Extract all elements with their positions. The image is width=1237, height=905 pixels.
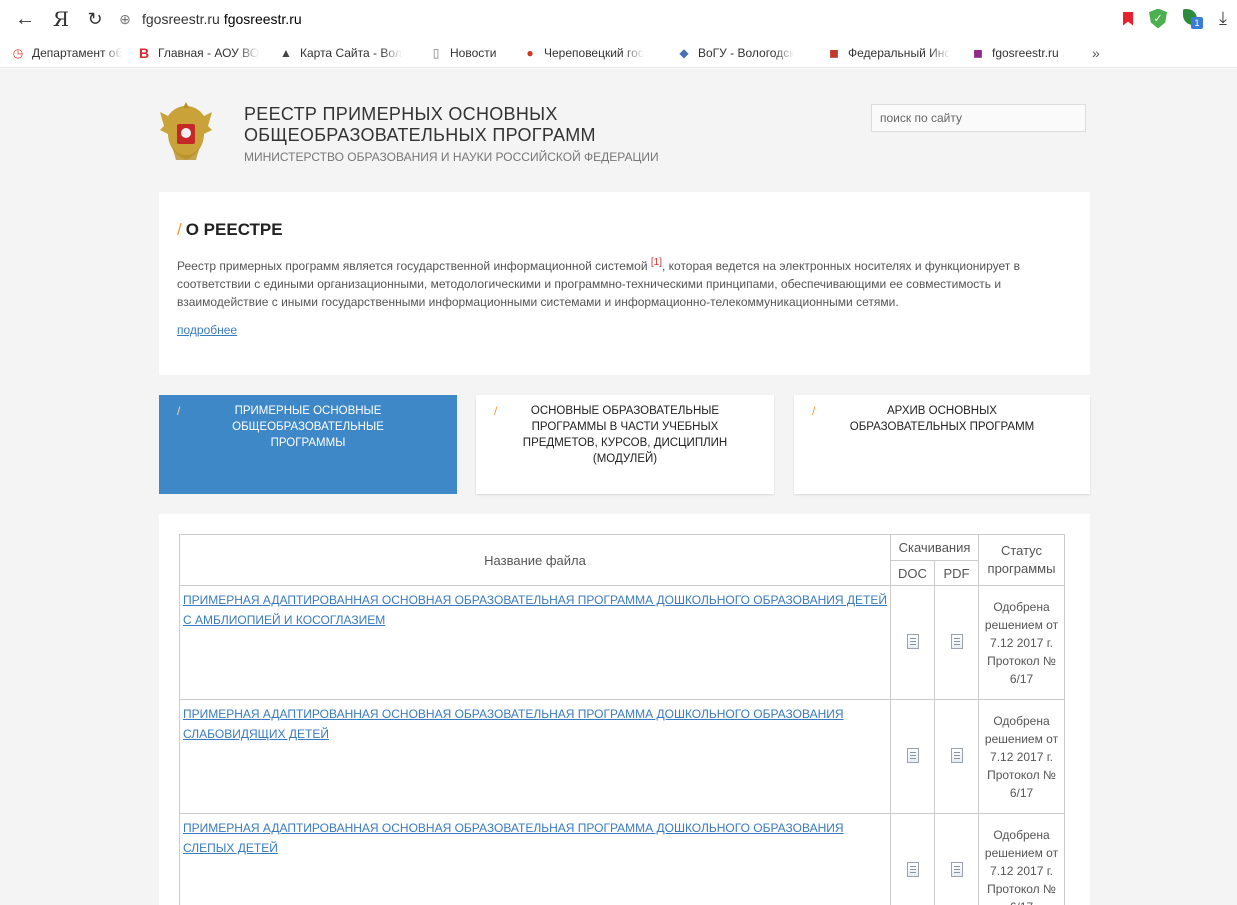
- site-title[interactable]: РЕЕСТР ПРИМЕРНЫХ ОСНОВНЫХ ОБЩЕОБРАЗОВАТЕ…: [244, 104, 596, 146]
- bookmark-item[interactable]: ◼ fgosreestr.ru: [970, 45, 1078, 61]
- doc-cell: [890, 813, 935, 905]
- address-bar-host[interactable]: fgosreestr.ru: [142, 11, 220, 27]
- pdf-file-icon[interactable]: [950, 861, 963, 877]
- program-name-cell: ПРИМЕРНАЯ АДАПТИРОВАННАЯ ОСНОВНАЯ ОБРАЗО…: [179, 585, 891, 700]
- bookmark-item[interactable]: ◆ ВоГУ - Вологодск: [676, 45, 812, 61]
- program-name-cell: ПРИМЕРНАЯ АДАПТИРОВАННАЯ ОСНОВНАЯ ОБРАЗО…: [179, 699, 891, 814]
- tab-label: ПРИМЕРНЫЕ ОСНОВНЫЕ ОБЩЕОБРАЗОВАТЕЛЬНЫЕ П…: [232, 405, 384, 449]
- programs-panel: Название файла Скачивания Статус програм…: [159, 514, 1090, 905]
- table-row: ПРИМЕРНАЯ АДАПТИРОВАННАЯ ОСНОВНАЯ ОБРАЗО…: [179, 585, 1065, 700]
- about-heading: / О РЕЕСТРЕ: [177, 220, 1090, 240]
- doc-cell: [890, 699, 935, 814]
- globe-icon: ⊕: [119, 10, 131, 27]
- status-cell: Одобрена решением от 7.12 2017 г. Проток…: [978, 699, 1065, 814]
- graduation-cap-icon: ▲: [280, 45, 292, 60]
- pdf-file-icon[interactable]: [950, 747, 963, 763]
- download-icon[interactable]: ⤓: [1219, 8, 1227, 29]
- doc-file-icon[interactable]: [906, 633, 919, 649]
- shield-check-glyph: ✓: [1153, 13, 1163, 25]
- bookmark-label: Главная - АОУ ВО: [158, 45, 260, 60]
- bookmarks-more-button[interactable]: »: [1092, 45, 1100, 61]
- clock-icon: ◷: [12, 45, 24, 60]
- doc-cell: [890, 585, 935, 700]
- doc-file-icon[interactable]: [906, 747, 919, 763]
- site-search-input[interactable]: [871, 104, 1086, 132]
- pdf-file-icon[interactable]: [950, 633, 963, 649]
- col-header-pdf: PDF: [934, 560, 979, 586]
- extension-icon[interactable]: 1: [1183, 8, 1204, 29]
- back-arrow-icon[interactable]: ←: [10, 4, 40, 34]
- program-link[interactable]: ПРИМЕРНАЯ АДАПТИРОВАННАЯ ОСНОВНАЯ ОБРАЗО…: [183, 593, 887, 627]
- about-section: / О РЕЕСТРЕ Реестр примерных программ явл…: [159, 192, 1090, 375]
- bookmark-item[interactable]: ◼ Федеральный Инс: [826, 45, 956, 61]
- col-header-doc: DOC: [890, 560, 935, 586]
- table-row: ПРИМЕРНАЯ АДАПТИРОВАННАЯ ОСНОВНАЯ ОБРАЗО…: [179, 813, 1065, 905]
- bookmark-label: fgosreestr.ru: [992, 45, 1059, 60]
- cherepovets-logo-icon: ●: [526, 45, 534, 60]
- tab-subject-programs[interactable]: / ОСНОВНЫЕ ОБРАЗОВАТЕЛЬНЫЕ ПРОГРАММЫ В Ч…: [476, 395, 774, 494]
- bookmark-item[interactable]: ◷ Департамент обр: [10, 45, 122, 61]
- doc-file-icon[interactable]: [906, 861, 919, 877]
- more-link[interactable]: подробнее: [177, 323, 237, 337]
- tab-slash: /: [177, 404, 181, 418]
- emblem-icon: ◼: [829, 45, 839, 60]
- tab-label: АРХИВ ОСНОВНЫХ ОБРАЗОВАТЕЛЬНЫХ ПРОГРАММ: [849, 405, 1035, 433]
- site-title-line2: ОБЩЕОБРАЗОВАТЕЛЬНЫХ ПРОГРАММ: [244, 125, 596, 145]
- yandex-logo-icon[interactable]: Я: [46, 4, 76, 34]
- shield-extension-icon[interactable]: ✓: [1149, 8, 1168, 29]
- bookmark-label: Новости: [450, 45, 497, 60]
- bookmark-label: Карта Сайта - Вол: [300, 45, 402, 60]
- site-subtitle: МИНИСТЕРСТВО ОБРАЗОВАНИЯ И НАУКИ РОССИЙС…: [244, 150, 659, 164]
- pdf-cell: [934, 585, 979, 700]
- bookmark-label: ВоГУ - Вологодск: [698, 45, 795, 60]
- tab-sample-programs[interactable]: / ПРИМЕРНЫЕ ОСНОВНЫЕ ОБЩЕОБРАЗОВАТЕЛЬНЫЕ…: [159, 395, 457, 494]
- extension-badge: 1: [1191, 16, 1204, 29]
- site-icon: ◼: [973, 45, 983, 60]
- about-heading-text: О РЕЕСТРЕ: [185, 220, 283, 239]
- coat-of-arms-logo[interactable]: [158, 100, 214, 164]
- tab-slash: /: [494, 404, 498, 418]
- bookmark-item[interactable]: B Главная - АОУ ВО: [136, 45, 264, 61]
- pdf-cell: [934, 699, 979, 814]
- bookmark-label: Федеральный Инс: [848, 45, 951, 60]
- tab-archive[interactable]: / АРХИВ ОСНОВНЫХ ОБРАЗОВАТЕЛЬНЫХ ПРОГРАМ…: [794, 395, 1090, 494]
- col-header-downloads: Скачивания: [890, 534, 979, 561]
- status-cell: Одобрена решением от 7.12 2017 г. Проток…: [978, 585, 1065, 700]
- footnote-link[interactable]: [1]: [651, 257, 662, 268]
- bookmark-label: Череповецкий гос: [544, 45, 644, 60]
- pdf-cell: [934, 813, 979, 905]
- about-text-part1: Реестр примерных программ является госуд…: [177, 259, 651, 273]
- col-header-name: Название файла: [179, 534, 891, 586]
- b-logo-icon: B: [138, 44, 150, 61]
- bookmark-item[interactable]: ▲ Карта Сайта - Вол: [278, 45, 414, 61]
- site-title-line1: РЕЕСТР ПРИМЕРНЫХ ОСНОВНЫХ: [244, 104, 558, 124]
- bookmark-item[interactable]: ● Череповецкий гос: [522, 45, 662, 61]
- tab-label: ОСНОВНЫЕ ОБРАЗОВАТЕЛЬНЫЕ ПРОГРАММЫ В ЧАС…: [522, 405, 728, 465]
- program-link[interactable]: ПРИМЕРНАЯ АДАПТИРОВАННАЯ ОСНОВНАЯ ОБРАЗО…: [183, 707, 844, 741]
- bookmark-label: Департамент обр: [32, 45, 122, 60]
- status-cell: Одобрена решением от 7.12 2017 г. Проток…: [978, 813, 1065, 905]
- programs-table: Название файла Скачивания Статус програм…: [179, 534, 1065, 905]
- reload-icon[interactable]: ↻: [80, 4, 110, 34]
- bookmark-item[interactable]: ▯ Новости: [428, 45, 508, 61]
- shield-logo-icon: ◆: [679, 45, 689, 60]
- col-header-status: Статус программы: [978, 534, 1065, 586]
- toolbar-right: ✓ 1 ⤓: [1123, 8, 1227, 29]
- heading-slash: /: [177, 220, 182, 239]
- about-text: Реестр примерных программ является госуд…: [177, 254, 1082, 311]
- browser-toolbar: ← Я ↻ ⊕ fgosreestr.ru fgosreestr.ru ✓ 1 …: [0, 0, 1237, 38]
- bookmarks-bar: ◷ Департамент обр B Главная - АОУ ВО ▲ Карт…: [0, 38, 1237, 68]
- table-row: ПРИМЕРНАЯ АДАПТИРОВАННАЯ ОСНОВНАЯ ОБРАЗО…: [179, 699, 1065, 814]
- tab-slash: /: [812, 404, 816, 418]
- address-bar-title[interactable]: fgosreestr.ru: [224, 11, 302, 27]
- bookmark-flag-icon[interactable]: [1123, 11, 1134, 26]
- page-icon: ▯: [432, 45, 440, 60]
- program-link[interactable]: ПРИМЕРНАЯ АДАПТИРОВАННАЯ ОСНОВНАЯ ОБРАЗО…: [183, 821, 844, 855]
- program-name-cell: ПРИМЕРНАЯ АДАПТИРОВАННАЯ ОСНОВНАЯ ОБРАЗО…: [179, 813, 891, 905]
